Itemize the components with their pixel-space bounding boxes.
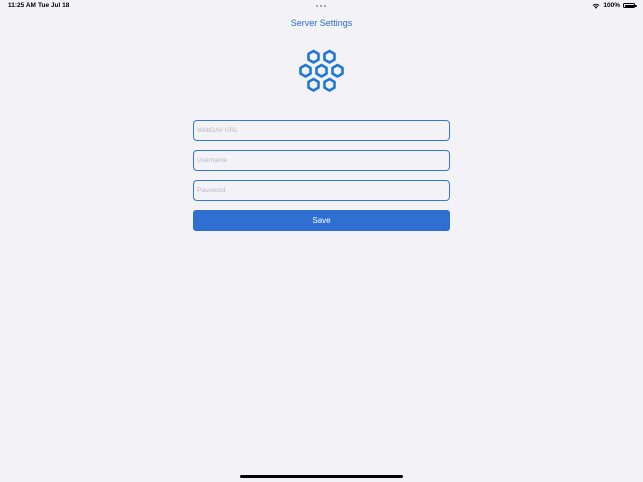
webdav-url-field[interactable] — [193, 120, 450, 141]
status-time: 11:25 AM — [8, 2, 36, 9]
username-field[interactable] — [193, 150, 450, 171]
multitasking-dots-icon[interactable] — [316, 2, 326, 7]
wifi-icon — [592, 3, 600, 9]
save-button[interactable]: Save — [193, 210, 450, 231]
battery-icon — [623, 3, 637, 8]
status-date: Tue Jul 18 — [38, 2, 70, 9]
battery-percent: 100% — [603, 2, 620, 9]
status-bar: 11:25 AM Tue Jul 18 100% — [0, 0, 643, 12]
home-indicator[interactable] — [240, 475, 403, 478]
page-title: Server Settings — [290, 18, 353, 28]
password-field[interactable] — [193, 180, 450, 201]
status-indicators: 100% — [592, 2, 637, 9]
honeycomb-icon — [299, 49, 344, 92]
